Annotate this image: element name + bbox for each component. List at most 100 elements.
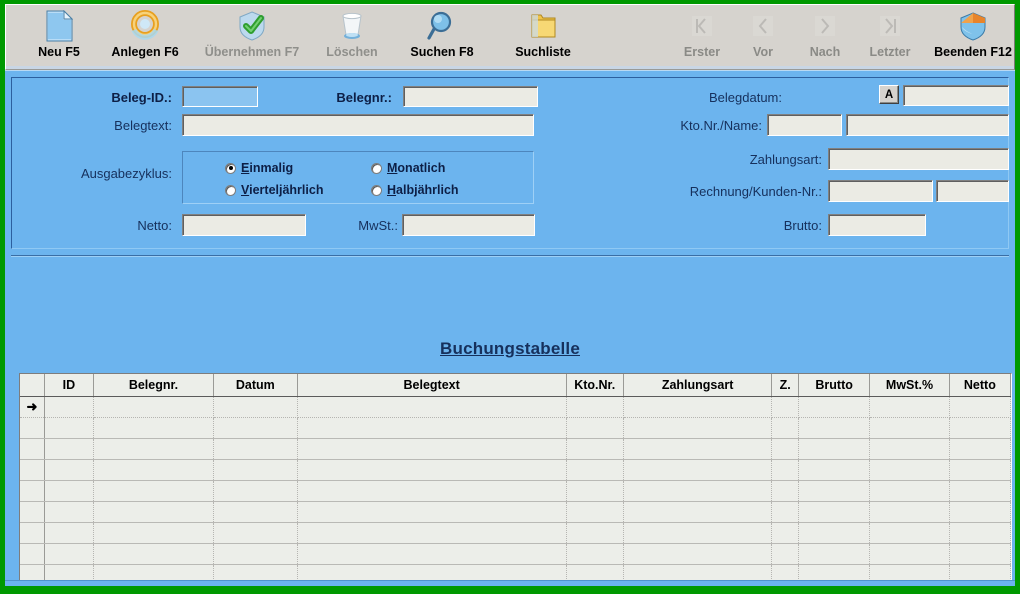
table-cell-z[interactable] bbox=[771, 501, 799, 523]
table-cell-belegtext[interactable] bbox=[297, 480, 567, 502]
row-indicator-icon[interactable]: ➜ bbox=[20, 396, 45, 418]
table-cell-id[interactable] bbox=[44, 543, 94, 565]
table-cell-netto[interactable] bbox=[949, 459, 1011, 481]
table-row[interactable] bbox=[20, 459, 1011, 481]
table-cell-belegnr[interactable] bbox=[93, 501, 215, 523]
table-header-netto[interactable]: Netto bbox=[949, 374, 1011, 397]
toolbar-button-loeschen[interactable]: Löschen bbox=[313, 7, 391, 65]
table-cell-kto_nr[interactable] bbox=[566, 459, 624, 481]
kto-name-input[interactable] bbox=[846, 114, 1009, 136]
table-cell-mwst_pct[interactable] bbox=[869, 417, 950, 439]
table-cell-kto_nr[interactable] bbox=[566, 417, 624, 439]
toolbar-button-neu[interactable]: Neu F5 bbox=[24, 7, 94, 65]
table-cell-belegnr[interactable] bbox=[93, 480, 215, 502]
table-header-kto_nr[interactable]: Kto.Nr. bbox=[566, 374, 624, 397]
table-cell-id[interactable] bbox=[44, 417, 94, 439]
toolbar-button-suchen[interactable]: Suchen F8 bbox=[396, 7, 488, 65]
table-cell-brutto[interactable] bbox=[798, 396, 871, 418]
table-cell-zahlungsart[interactable] bbox=[623, 417, 773, 439]
table-cell-belegtext[interactable] bbox=[297, 438, 567, 460]
table-header-belegnr[interactable]: Belegnr. bbox=[93, 374, 215, 397]
table-cell-netto[interactable] bbox=[949, 396, 1011, 418]
table-cell-belegtext[interactable] bbox=[297, 522, 567, 544]
radio-vierteljaehrlich[interactable]: Vierteljährlich bbox=[225, 183, 323, 197]
table-cell-netto[interactable] bbox=[949, 438, 1011, 460]
table-cell-brutto[interactable] bbox=[798, 417, 871, 439]
table-cell-kto_nr[interactable] bbox=[566, 480, 624, 502]
mwst-input[interactable] bbox=[402, 214, 535, 236]
table-cell-belegtext[interactable] bbox=[297, 459, 567, 481]
toolbar-button-anlegen[interactable]: Anlegen F6 bbox=[99, 7, 191, 65]
toolbar-button-vor[interactable]: Vor bbox=[739, 7, 787, 65]
table-cell-sel[interactable] bbox=[20, 480, 45, 502]
table-cell-id[interactable] bbox=[44, 501, 94, 523]
table-row[interactable] bbox=[20, 543, 1011, 565]
table-cell-z[interactable] bbox=[771, 522, 799, 544]
table-header-sel[interactable] bbox=[20, 374, 45, 397]
table-cell-netto[interactable] bbox=[949, 417, 1011, 439]
table-cell-mwst_pct[interactable] bbox=[869, 459, 950, 481]
table-cell-belegnr[interactable] bbox=[93, 417, 215, 439]
table-cell-id[interactable] bbox=[44, 396, 94, 418]
zahlungsart-input[interactable] bbox=[828, 148, 1009, 170]
table-cell-netto[interactable] bbox=[949, 522, 1011, 544]
table-cell-netto[interactable] bbox=[949, 543, 1011, 565]
table-cell-datum[interactable] bbox=[213, 501, 298, 523]
table-cell-zahlungsart[interactable] bbox=[623, 396, 773, 418]
belegnr-input[interactable] bbox=[403, 86, 538, 107]
table-cell-z[interactable] bbox=[771, 543, 799, 565]
table-row[interactable] bbox=[20, 438, 1011, 460]
table-cell-id[interactable] bbox=[44, 438, 94, 460]
table-header-z[interactable]: Z. bbox=[771, 374, 799, 397]
table-cell-datum[interactable] bbox=[213, 459, 298, 481]
table-cell-mwst_pct[interactable] bbox=[869, 522, 950, 544]
table-cell-kto_nr[interactable] bbox=[566, 522, 624, 544]
table-cell-kto_nr[interactable] bbox=[566, 543, 624, 565]
table-cell-zahlungsart[interactable] bbox=[623, 480, 773, 502]
table-row[interactable] bbox=[20, 480, 1011, 502]
rechnung-nr-input[interactable] bbox=[828, 180, 933, 202]
table-cell-belegnr[interactable] bbox=[93, 522, 215, 544]
table-cell-brutto[interactable] bbox=[798, 459, 871, 481]
table-cell-belegnr[interactable] bbox=[93, 543, 215, 565]
table-cell-id[interactable] bbox=[44, 522, 94, 544]
table-cell-datum[interactable] bbox=[213, 543, 298, 565]
table-cell-brutto[interactable] bbox=[798, 543, 871, 565]
table-cell-mwst_pct[interactable] bbox=[869, 501, 950, 523]
table-cell-belegnr[interactable] bbox=[93, 438, 215, 460]
table-cell-sel[interactable] bbox=[20, 459, 45, 481]
table-cell-datum[interactable] bbox=[213, 417, 298, 439]
table-cell-belegtext[interactable] bbox=[297, 501, 567, 523]
table-header-mwst_pct[interactable]: MwSt.% bbox=[869, 374, 950, 397]
table-cell-sel[interactable] bbox=[20, 438, 45, 460]
netto-input[interactable] bbox=[182, 214, 306, 236]
radio-einmalig[interactable]: Einmalig bbox=[225, 161, 293, 175]
radio-halbjaehrlich[interactable]: Halbjährlich bbox=[371, 183, 459, 197]
table-cell-datum[interactable] bbox=[213, 522, 298, 544]
kunden-nr-input[interactable] bbox=[936, 180, 1009, 202]
table-cell-z[interactable] bbox=[771, 396, 799, 418]
table-cell-belegnr[interactable] bbox=[93, 459, 215, 481]
belegdatum-format-button[interactable]: A bbox=[879, 85, 899, 104]
kto-nr-input[interactable] bbox=[767, 114, 842, 136]
table-row[interactable] bbox=[20, 501, 1011, 523]
table-cell-mwst_pct[interactable] bbox=[869, 438, 950, 460]
radio-monatlich[interactable]: Monatlich bbox=[371, 161, 445, 175]
table-cell-zahlungsart[interactable] bbox=[623, 522, 773, 544]
table-header-id[interactable]: ID bbox=[44, 374, 94, 397]
table-header-datum[interactable]: Datum bbox=[213, 374, 298, 397]
table-cell-z[interactable] bbox=[771, 459, 799, 481]
belegtext-input[interactable] bbox=[182, 114, 534, 136]
table-cell-id[interactable] bbox=[44, 480, 94, 502]
table-cell-brutto[interactable] bbox=[798, 501, 871, 523]
table-cell-mwst_pct[interactable] bbox=[869, 543, 950, 565]
table-cell-sel[interactable] bbox=[20, 417, 45, 439]
table-cell-netto[interactable] bbox=[949, 480, 1011, 502]
table-cell-sel[interactable] bbox=[20, 501, 45, 523]
table-cell-datum[interactable] bbox=[213, 438, 298, 460]
toolbar-button-suchliste[interactable]: Suchliste bbox=[499, 7, 587, 65]
table-cell-brutto[interactable] bbox=[798, 480, 871, 502]
table-cell-kto_nr[interactable] bbox=[566, 501, 624, 523]
table-cell-z[interactable] bbox=[771, 417, 799, 439]
table-cell-zahlungsart[interactable] bbox=[623, 459, 773, 481]
